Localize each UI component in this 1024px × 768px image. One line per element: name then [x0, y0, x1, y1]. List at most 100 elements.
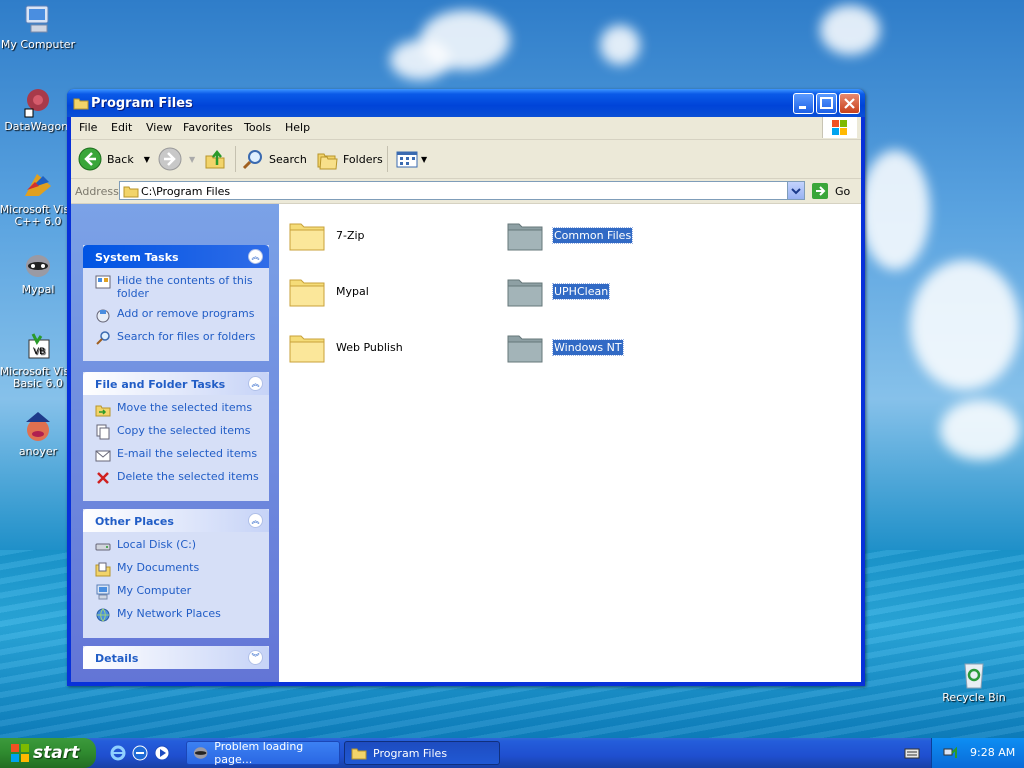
views-button[interactable]: ▼	[395, 140, 427, 178]
desktop-icon-label: My Computer	[0, 38, 76, 51]
menu-view[interactable]: View	[146, 121, 172, 134]
folder-item-selected[interactable]: Common Files	[505, 215, 634, 255]
menu-help[interactable]: Help	[285, 121, 310, 134]
task-label: Move the selected items	[117, 401, 253, 414]
task-label: Hide the contents of this folder	[117, 274, 253, 300]
minimize-icon	[799, 106, 806, 109]
outlook-express-icon[interactable]	[131, 744, 149, 762]
views-dropdown-icon: ▼	[421, 154, 428, 164]
visual-basic-icon: VB	[28, 333, 50, 359]
svg-text:VB: VB	[33, 347, 45, 357]
my-computer-icon	[96, 584, 110, 600]
folder-icon	[289, 223, 325, 251]
folder-icon	[289, 279, 325, 307]
forward-dropdown-icon[interactable]: ▼	[189, 155, 195, 164]
task-hide-folder-contents[interactable]: Hide the contents of this folder	[95, 274, 259, 300]
folder-icon	[351, 748, 367, 760]
internet-explorer-icon[interactable]	[109, 744, 127, 762]
task-email-items[interactable]: E-mail the selected items	[95, 447, 259, 463]
media-player-icon[interactable]	[153, 744, 171, 762]
add-remove-programs-icon	[96, 309, 110, 323]
close-button[interactable]	[839, 93, 860, 114]
system-tasks-box: System Tasks ︽ Hide the contents of this…	[83, 245, 269, 361]
folder-item-selected[interactable]: UPHClean	[505, 271, 611, 311]
back-dropdown-icon[interactable]: ▼	[144, 155, 150, 164]
address-field[interactable]: C:\Program Files	[119, 181, 805, 200]
place-my-documents[interactable]: My Documents	[95, 561, 259, 577]
place-my-network-places[interactable]: My Network Places	[95, 607, 259, 623]
my-documents-icon	[95, 562, 111, 577]
system-tasks-title: System Tasks	[95, 251, 179, 264]
menu-edit[interactable]: Edit	[111, 121, 132, 134]
folder-label: Windows NT	[552, 338, 624, 356]
start-button[interactable]: start	[0, 738, 96, 768]
collapse-chevron-icon[interactable]: ︽	[248, 513, 263, 528]
taskbar-button-program-files[interactable]: Program Files	[344, 741, 500, 765]
file-folder-tasks-header[interactable]: File and Folder Tasks ︽	[83, 372, 269, 395]
search-icon	[96, 331, 110, 345]
search-button[interactable]: Search	[241, 140, 307, 178]
forward-button[interactable]: ▼	[157, 140, 195, 178]
keyboard-icon[interactable]	[904, 747, 920, 759]
folder-item-selected[interactable]: Windows NT	[505, 327, 624, 367]
folders-label: Folders	[343, 152, 383, 166]
clock[interactable]: 9:28 AM	[970, 746, 1015, 759]
hide-contents-icon	[95, 275, 111, 289]
address-dropdown-button[interactable]	[787, 182, 804, 199]
details-title: Details	[95, 652, 139, 665]
task-label: Add or remove programs	[117, 307, 255, 320]
task-label: Delete the selected items	[117, 470, 259, 483]
desktop-icon-recycle-bin[interactable]: Recycle Bin	[934, 656, 1014, 704]
other-places-header[interactable]: Other Places ︽	[83, 509, 269, 532]
place-my-computer[interactable]: My Computer	[95, 584, 259, 600]
desktop-icon-label: Microsoft Visu C++ 6.0	[0, 203, 77, 228]
menu-file[interactable]: File	[79, 121, 97, 134]
collapse-chevron-icon[interactable]: ︽	[248, 376, 263, 391]
maximize-icon	[820, 97, 833, 109]
details-header[interactable]: Details ︾	[83, 646, 269, 669]
folder-view: 7-Zip Common Files Mypal UPHClean Web Pu…	[279, 204, 861, 682]
task-search-files[interactable]: Search for files or folders	[95, 330, 259, 346]
title-bar[interactable]: Program Files	[67, 89, 865, 117]
maximize-button[interactable]	[816, 93, 837, 114]
desktop-icon-my-computer[interactable]: My Computer	[0, 3, 78, 51]
file-folder-tasks-title: File and Folder Tasks	[95, 378, 226, 391]
system-tasks-header[interactable]: System Tasks ︽	[83, 245, 269, 268]
recycle-bin-icon	[964, 663, 984, 689]
minimize-button[interactable]	[793, 93, 814, 114]
system-tray: 9:28 AM	[931, 738, 1024, 768]
file-folder-tasks-box: File and Folder Tasks ︽ Move the selecte…	[83, 372, 269, 501]
up-button[interactable]	[203, 140, 227, 178]
network-status-icon[interactable]	[942, 745, 958, 761]
folder-icon	[289, 335, 325, 363]
toolbar-separator	[387, 146, 388, 172]
windows-flag-icon	[11, 744, 29, 762]
back-arrow-icon	[78, 147, 102, 171]
windows-logo	[822, 117, 857, 138]
collapse-chevron-icon[interactable]: ︽	[248, 249, 263, 264]
task-move-items[interactable]: Move the selected items	[95, 401, 259, 417]
my-computer-icon	[25, 5, 49, 33]
delete-icon	[97, 472, 109, 484]
folder-label: Mypal	[336, 284, 369, 298]
expand-chevron-icon[interactable]: ︾	[248, 650, 263, 665]
menu-favorites[interactable]: Favorites	[183, 121, 233, 134]
task-label: Search for files or folders	[117, 330, 256, 343]
folder-item[interactable]: 7-Zip	[287, 215, 366, 255]
task-add-remove-programs[interactable]: Add or remove programs	[95, 307, 259, 323]
back-button[interactable]: Back ▼	[77, 140, 150, 178]
address-label: Address	[75, 185, 119, 198]
search-icon	[242, 150, 262, 170]
desktop-icon-label: Recycle Bin	[942, 691, 1006, 704]
folder-item[interactable]: Mypal	[287, 271, 370, 311]
close-icon	[844, 98, 855, 109]
menu-tools[interactable]: Tools	[244, 121, 271, 134]
place-local-disk[interactable]: Local Disk (C:)	[95, 538, 259, 554]
go-button[interactable]: Go	[811, 182, 850, 200]
folders-button[interactable]: Folders	[315, 140, 383, 178]
taskbar-button-firefox[interactable]: Problem loading page...	[186, 740, 340, 766]
task-copy-items[interactable]: Copy the selected items	[95, 424, 259, 440]
chevron-down-icon	[791, 188, 801, 195]
folder-item[interactable]: Web Publish	[287, 327, 404, 367]
task-delete-items[interactable]: Delete the selected items	[95, 470, 259, 486]
